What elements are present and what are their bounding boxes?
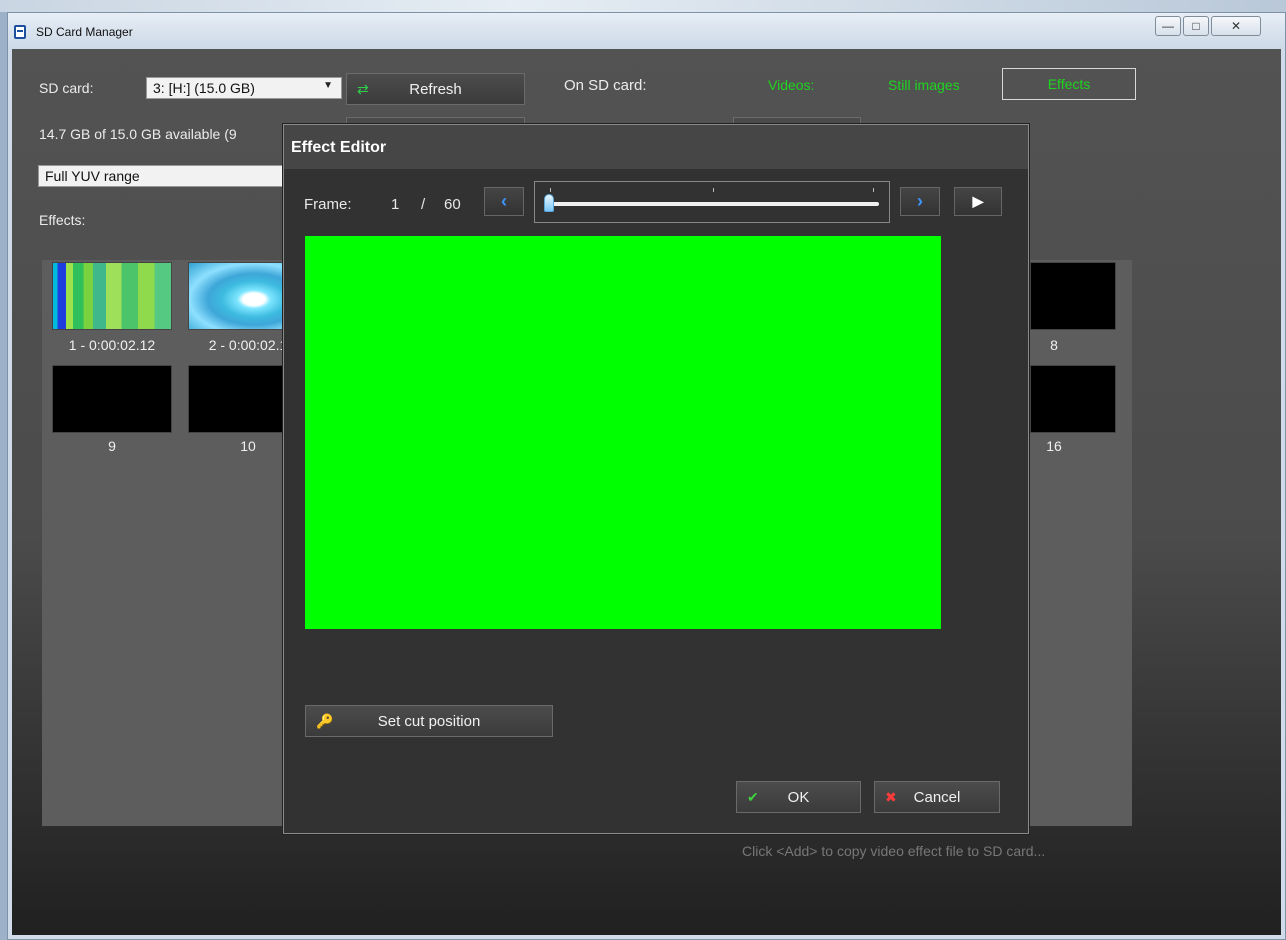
cancel-label: Cancel [913,789,961,806]
frame-current: 1 [391,196,400,213]
close-button[interactable]: ✕ [1211,16,1261,36]
app-icon [14,25,26,39]
yuv-range-select[interactable]: Full YUV range [38,165,298,187]
chevron-right-icon: › [917,191,923,211]
play-icon: ▶ [972,193,984,209]
dialog-title-bar: Effect Editor [284,125,1028,169]
tab-effects[interactable]: Effects [1002,68,1136,100]
frame-label: Frame: [304,196,352,213]
slider-tick [550,188,551,192]
effect-caption: 1 - 0:00:02.12 [68,337,156,353]
frame-slider[interactable] [534,181,890,223]
cancel-button[interactable]: ✖ Cancel [874,781,1000,813]
effect-thumbnail[interactable] [1030,365,1116,433]
effect-preview [305,236,941,629]
maximize-button[interactable]: □ [1183,16,1209,36]
effect-thumbnail[interactable] [52,262,172,330]
chevron-left-icon: ‹ [501,191,507,211]
tab-videos[interactable]: Videos: [768,77,814,93]
title-bar: SD Card Manager — □ ✕ [8,13,1285,49]
sd-card-select-value: 3: [H:] (15.0 GB) [153,80,255,96]
add-hint-text: Click <Add> to copy video effect file to… [742,843,1046,859]
sd-card-select[interactable]: 3: [H:] (15.0 GB) ▼ [146,77,342,99]
storage-available-text: 14.7 GB of 15.0 GB available (9 [39,126,237,142]
effect-editor-dialog: Effect Editor Frame: 1 / 60 ‹ › ▶ 🔑 Set … [283,124,1029,834]
chevron-down-icon: ▼ [323,80,333,91]
minimize-button[interactable]: — [1155,16,1181,36]
effect-thumbnail[interactable] [52,365,172,433]
slider-track [545,202,879,206]
ok-label: OK [787,789,810,806]
tab-still-images[interactable]: Still images [888,77,960,93]
effect-caption: 9 [108,438,116,454]
frame-separator: / [421,196,426,213]
effect-thumbnail[interactable] [1030,262,1116,330]
yuv-range-value: Full YUV range [45,168,140,184]
slider-tick [873,188,874,192]
set-cut-position-label: Set cut position [377,713,481,730]
sd-card-label: SD card: [39,80,94,96]
dialog-title: Effect Editor [291,139,387,156]
slider-tick [713,188,714,192]
play-button[interactable]: ▶ [954,187,1002,216]
set-cut-position-button[interactable]: 🔑 Set cut position [305,705,553,737]
desktop-background [0,0,1286,12]
on-sd-card-label: On SD card: [564,77,647,94]
refresh-button[interactable]: ⇄ Refresh [346,73,525,105]
next-frame-button[interactable]: › [900,187,940,216]
refresh-label: Refresh [409,81,462,98]
slider-handle[interactable] [544,194,554,212]
window-title: SD Card Manager [36,25,133,39]
effects-label: Effects: [39,212,86,228]
ok-button[interactable]: ✔ OK [736,781,861,813]
previous-frame-button[interactable]: ‹ [484,187,524,216]
frame-total: 60 [444,196,461,213]
